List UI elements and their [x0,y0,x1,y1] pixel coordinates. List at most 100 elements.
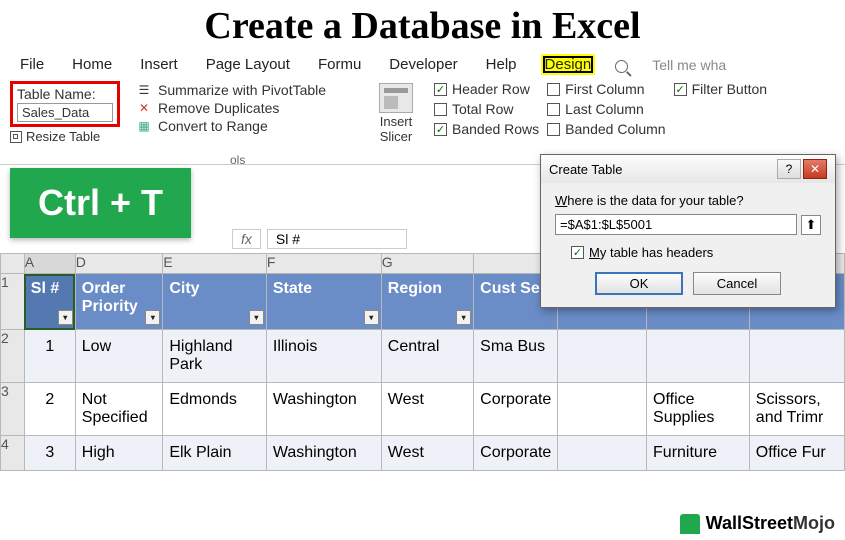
table-name-input[interactable]: Sales_Data [17,103,113,122]
collapse-dialog-icon[interactable]: ⬆ [801,215,821,235]
cell[interactable]: 2 [24,383,75,436]
table-name-label: Table Name: [17,86,113,102]
cell[interactable]: Corporate [474,436,558,471]
remove-dup-icon: ✕ [136,100,152,116]
close-button[interactable]: ✕ [803,159,827,179]
cell[interactable]: Highland Park [163,330,267,383]
col-header-a[interactable]: A [24,254,75,274]
cell[interactable]: High [75,436,163,471]
row-header-1[interactable]: 1 [1,274,25,330]
tab-design[interactable]: Design [541,54,596,75]
group-style-options: Header Row Total Row Banded Rows First C… [426,81,837,162]
range-input[interactable] [555,214,797,235]
resize-icon [10,131,22,143]
wallstreetmojo-logo: WallStreetMojo [680,513,835,534]
resize-table-button[interactable]: Resize Table [10,129,136,144]
cell[interactable]: Office Supplies [647,383,750,436]
ok-button[interactable]: OK [595,272,683,295]
remove-duplicates-button[interactable]: ✕Remove Duplicates [136,99,366,117]
cell[interactable]: Corporate [474,383,558,436]
cell[interactable]: Sma Bus [474,330,558,383]
cell[interactable] [558,436,647,471]
tab-insert[interactable]: Insert [136,54,182,75]
cell[interactable]: Washington [266,383,381,436]
cell[interactable]: Scissors, and Trimr [749,383,844,436]
checkbox-icon [571,246,584,259]
cell[interactable]: Washington [266,436,381,471]
cell[interactable]: 1 [24,330,75,383]
slicer-icon [379,83,413,113]
cell[interactable]: 3 [24,436,75,471]
last-column-checkbox[interactable]: Last Column [547,101,665,117]
group-properties: Table Name: Sales_Data Resize Table [8,81,136,162]
row-header[interactable]: 3 [1,383,25,436]
header-city[interactable]: City▾ [163,274,267,330]
summarize-pivot-button[interactable]: ☰Summarize with PivotTable [136,81,366,99]
filter-dropdown-icon[interactable]: ▾ [456,310,471,325]
tab-file[interactable]: File [16,54,48,75]
slicer-label-1: Insert [366,115,426,130]
cell[interactable]: Not Specified [75,383,163,436]
create-table-dialog: Create Table ? ✕ Where is the data for y… [540,154,836,308]
header-row-checkbox[interactable]: Header Row [434,81,539,97]
cell[interactable] [647,330,750,383]
tab-formulas[interactable]: Formu [314,54,365,75]
row-header[interactable]: 2 [1,330,25,383]
tab-page-layout[interactable]: Page Layout [202,54,294,75]
filter-dropdown-icon[interactable]: ▾ [364,310,379,325]
cancel-button[interactable]: Cancel [693,272,781,295]
filter-dropdown-icon[interactable]: ▾ [249,310,264,325]
cell[interactable] [749,330,844,383]
slicer-label-2: Slicer [366,130,426,145]
filter-dropdown-icon[interactable]: ▾ [58,310,73,325]
banded-rows-checkbox[interactable]: Banded Rows [434,121,539,137]
cell[interactable]: Elk Plain [163,436,267,471]
header-region[interactable]: Region▾ [381,274,473,330]
header-state[interactable]: State▾ [266,274,381,330]
page-title: Create a Database in Excel [0,0,845,52]
tell-me-input[interactable]: Tell me wha [648,55,730,75]
cell[interactable]: Central [381,330,473,383]
logo-icon [680,514,700,534]
cell[interactable]: West [381,383,473,436]
dialog-question: Where is the data for your table? [555,193,821,208]
header-sl[interactable]: Sl #▾ [24,274,75,330]
col-header-g[interactable]: G [381,254,473,274]
first-column-checkbox[interactable]: First Column [547,81,665,97]
cell[interactable]: Illinois [266,330,381,383]
col-header-e[interactable]: E [163,254,267,274]
cell[interactable]: Office Fur [749,436,844,471]
cell[interactable]: Low [75,330,163,383]
filter-button-checkbox[interactable]: Filter Button [674,81,767,97]
col-header-d[interactable]: D [75,254,163,274]
tab-home[interactable]: Home [68,54,116,75]
pivot-icon: ☰ [136,82,152,98]
search-icon [615,60,628,73]
banded-column-checkbox[interactable]: Banded Column [547,121,665,137]
tab-help[interactable]: Help [482,54,521,75]
fx-button[interactable]: fx [232,229,261,249]
formula-input[interactable]: Sl # [267,229,407,249]
resize-table-label: Resize Table [26,129,100,144]
cell[interactable]: West [381,436,473,471]
insert-slicer-button[interactable]: Insert Slicer [366,81,426,162]
header-order-priority[interactable]: Order Priority▾ [75,274,163,330]
convert-range-button[interactable]: ▦Convert to Range [136,117,366,135]
select-all-cell[interactable] [1,254,25,274]
ribbon-body: Table Name: Sales_Data Resize Table ☰Sum… [0,77,845,165]
row-header[interactable]: 4 [1,436,25,471]
cell[interactable]: Furniture [647,436,750,471]
help-button[interactable]: ? [777,159,801,179]
tab-developer[interactable]: Developer [385,54,461,75]
total-row-checkbox[interactable]: Total Row [434,101,539,117]
convert-range-icon: ▦ [136,118,152,134]
ribbon-tabs: File Home Insert Page Layout Formu Devel… [0,52,845,77]
cell[interactable] [558,383,647,436]
table-name-box: Table Name: Sales_Data [10,81,120,127]
filter-dropdown-icon[interactable]: ▾ [145,310,160,325]
headers-checkbox[interactable]: My table has headers [571,245,821,260]
col-header-f[interactable]: F [266,254,381,274]
cell[interactable]: Edmonds [163,383,267,436]
dialog-title: Create Table [549,162,622,177]
cell[interactable] [558,330,647,383]
